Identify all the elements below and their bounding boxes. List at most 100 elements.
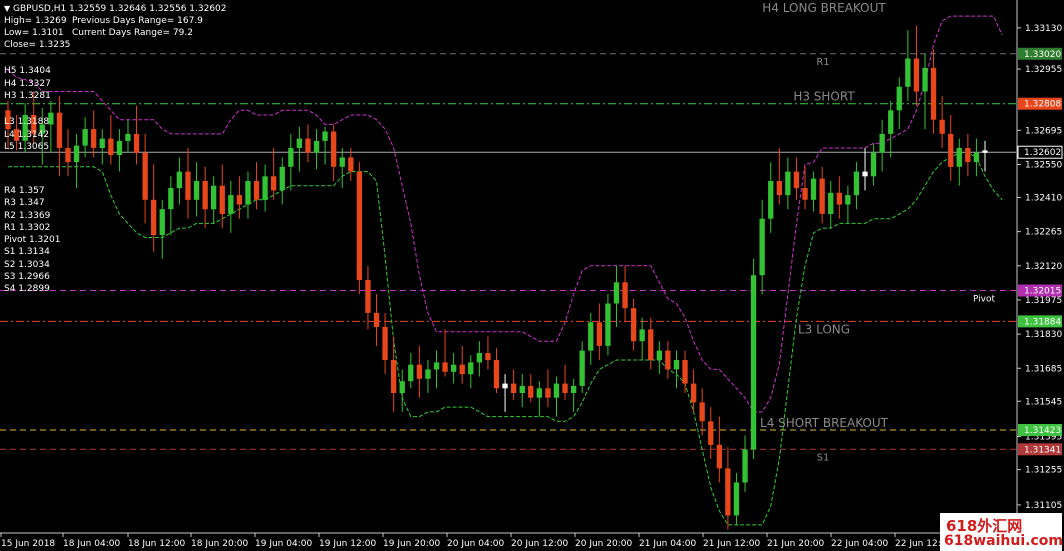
level-label: Pivot — [973, 295, 996, 305]
candle-body — [613, 282, 620, 304]
symbol-quote: GBPUSD,H1 1.32559 1.32646 1.32556 1.3260… — [13, 4, 227, 14]
candle-body — [905, 58, 911, 87]
price-chart[interactable]: H4 LONG BREAKOUT R1 H3 SHORT Pivot L3 LONG L4… — [0, 0, 1064, 551]
y-tick-label: 1.32955 — [1025, 65, 1062, 75]
pivot-item: R4 1.357 — [4, 186, 45, 196]
candle-body — [553, 383, 560, 398]
candle-body — [776, 181, 782, 196]
candle-body — [785, 171, 791, 196]
symbol-line: ▼ GBPUSD,H1 1.32559 1.32646 1.32556 1.32… — [4, 3, 227, 15]
candle-body — [159, 209, 165, 236]
candle-body — [819, 178, 825, 214]
chart-background — [0, 0, 1064, 551]
y-tick-label: 1.31255 — [1025, 466, 1062, 476]
candle-body — [750, 275, 757, 450]
dropdown-icon[interactable]: ▼ — [4, 4, 10, 13]
candle-body — [588, 322, 594, 351]
x-tick-label: 20 Jun 12:00 — [511, 539, 568, 549]
candle-body — [125, 133, 131, 141]
pivot-list: R4 1.357 R3 1.347 R2 1.3369 R1 1.3302 Pi… — [4, 185, 60, 296]
candle-body — [768, 181, 774, 219]
candle-body — [339, 157, 345, 167]
candle-body — [219, 185, 225, 214]
x-tick-label: 22 Jun 04:00 — [831, 539, 888, 549]
pivot-item: R2 1.3369 — [4, 210, 51, 221]
candle-body — [73, 145, 80, 163]
candle-body — [862, 171, 868, 177]
candle-body — [365, 279, 371, 313]
watermark: 618外汇网 618waihui.com — [940, 513, 1063, 551]
x-tick-label: 18 Jun 04:00 — [63, 539, 120, 549]
candle-body — [279, 166, 285, 191]
candle-body — [253, 181, 260, 200]
candle-body — [65, 148, 71, 163]
candle-body — [536, 388, 542, 398]
x-tick-label: 19 Jun 20:00 — [383, 539, 440, 549]
candle-body — [245, 181, 251, 205]
candle-body — [348, 157, 354, 172]
pivot-item: R1 1.3302 — [4, 222, 51, 233]
y-tick-label: 1.32695 — [1025, 126, 1062, 136]
price-badge-label: 1.32602 — [1024, 148, 1061, 158]
price-badge-label: 1.31884 — [1024, 317, 1061, 327]
level-label: L4 SHORT BREAKOUT — [760, 416, 889, 430]
candle-body — [836, 192, 842, 205]
candle-body — [665, 350, 671, 370]
x-tick-label: 21 Jun 20:00 — [767, 539, 824, 549]
candle-body — [391, 360, 397, 393]
y-tick-label: 1.31105 — [1025, 501, 1062, 511]
candle-body — [648, 329, 654, 360]
candle-body — [211, 185, 217, 210]
candle-body — [151, 199, 157, 236]
y-tick-label: 1.32550 — [1025, 160, 1062, 170]
candle-body — [922, 67, 928, 92]
y-tick-label: 1.31685 — [1025, 364, 1062, 374]
candle-body — [716, 444, 722, 469]
candle-body — [468, 362, 474, 375]
candle-body — [459, 364, 465, 375]
x-tick-label: 19 Jun 12:00 — [319, 539, 376, 549]
candle-body — [622, 282, 628, 309]
y-tick-label: 1.31830 — [1025, 330, 1062, 340]
candle-body — [485, 353, 491, 361]
candle-body — [56, 112, 63, 148]
candle-body — [631, 308, 637, 342]
y-tick-label: 1.32265 — [1025, 228, 1062, 238]
x-tick-label: 19 Jun 04:00 — [255, 539, 312, 549]
candle-body — [853, 171, 860, 196]
candle-body — [528, 385, 534, 398]
candle-body — [725, 468, 731, 516]
candle-body — [571, 385, 577, 393]
x-tick-label: 15 Jun 2018 — [1, 539, 55, 549]
candle-body — [828, 192, 834, 214]
y-tick-label: 1.31545 — [1025, 397, 1062, 407]
candle-body — [845, 195, 851, 205]
price-badge-label: 1.31423 — [1024, 426, 1061, 436]
previous-range-label: Previous Days Range= 167.9 — [72, 16, 203, 26]
pivot-item: Pivot 1.3201 — [4, 235, 61, 246]
candle-body — [956, 148, 962, 167]
pivot-item: S3 1.2966 — [4, 272, 50, 283]
candle-body — [193, 181, 200, 200]
candle-body — [742, 449, 748, 483]
candle-body — [733, 482, 740, 516]
candle-body — [313, 140, 320, 153]
candle-body — [356, 171, 362, 280]
candle-body — [442, 362, 448, 372]
candle-body — [322, 131, 328, 141]
candle-body — [699, 402, 705, 422]
candle-body — [91, 129, 97, 148]
candle-body — [382, 327, 388, 360]
candle-body — [639, 329, 645, 342]
candle-body — [133, 133, 140, 153]
candle-body — [288, 148, 294, 167]
x-tick-label: 20 Jun 20:00 — [575, 539, 632, 549]
candle-body — [373, 312, 380, 327]
candle-body — [802, 188, 808, 200]
candle-body — [305, 138, 311, 153]
low-label: Low= 1.3101 — [4, 28, 64, 38]
y-tick-label: 1.32120 — [1025, 262, 1062, 272]
candle-body — [511, 383, 517, 393]
candle-body — [331, 131, 337, 167]
candle-body — [176, 171, 182, 189]
